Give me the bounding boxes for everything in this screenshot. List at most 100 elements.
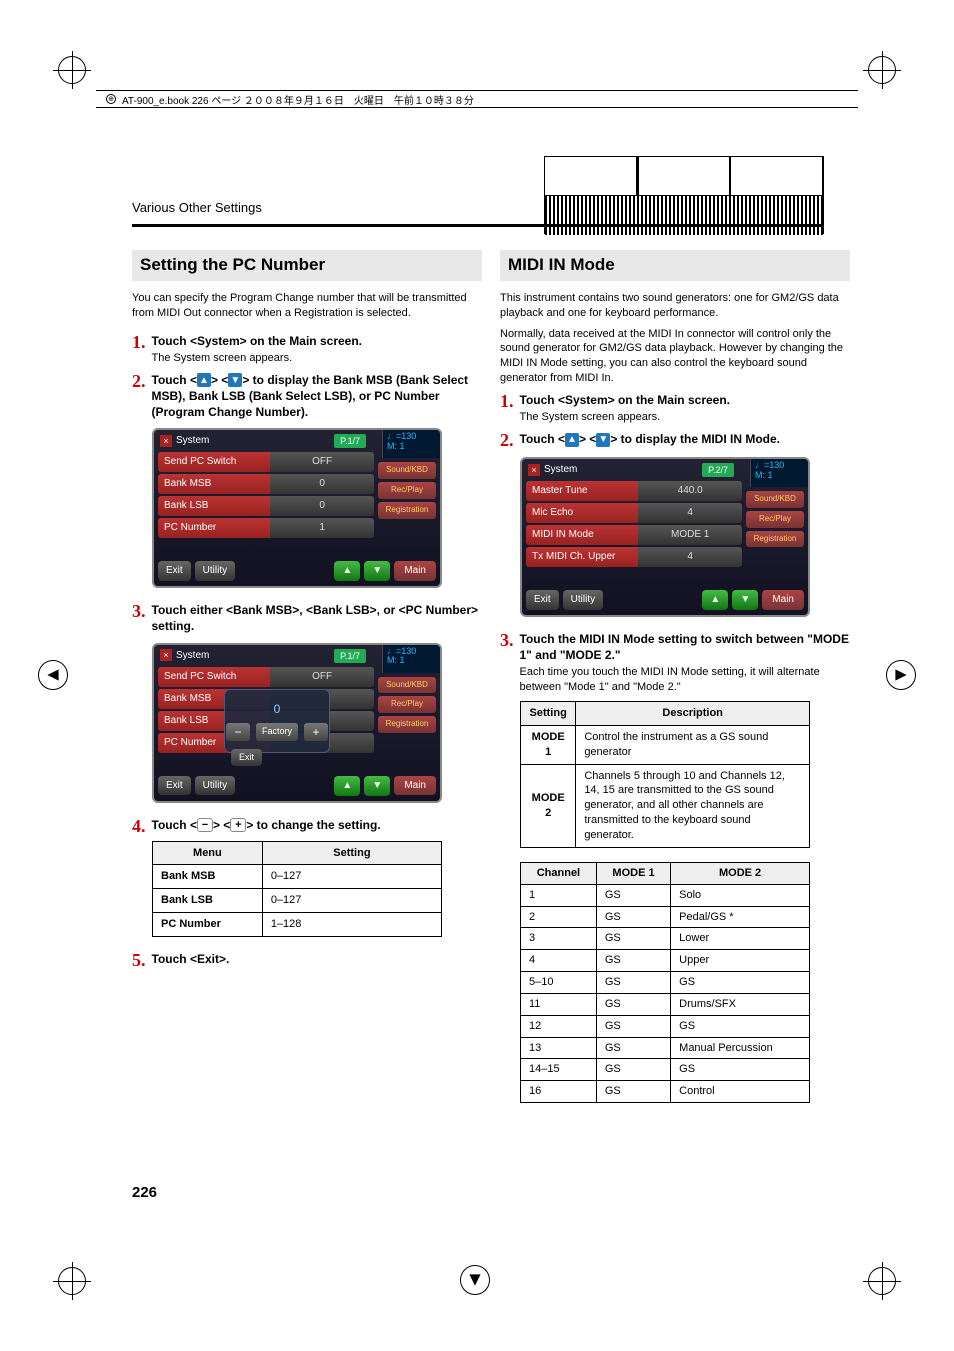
table-row: Bank MSB0–127 <box>153 865 442 889</box>
screen-title: System <box>544 463 577 477</box>
tab-soundkbd[interactable]: Sound/KBD <box>378 677 436 694</box>
exit-button[interactable]: Exit <box>158 776 191 796</box>
registration-mark-icon <box>868 56 896 84</box>
table-header: Setting <box>262 841 441 865</box>
table-header: MODE 2 <box>671 862 810 884</box>
minus-icon: − <box>197 818 213 832</box>
step-1: 1. Touch <System> on the Main screen. Th… <box>500 392 850 425</box>
close-icon[interactable]: × <box>160 649 172 661</box>
page-indicator: P.1/7 <box>334 434 366 448</box>
header-rule <box>132 224 822 227</box>
param-row[interactable]: PC Number1 <box>158 518 374 538</box>
table-row: 5–10GSGS <box>521 972 810 994</box>
step-5: 5. Touch <Exit>. <box>132 951 482 969</box>
system-screen-figure-midi: ×System P.2/7 ♩=130M: 1 Master Tune440.0… <box>520 457 810 617</box>
exit-button[interactable]: Exit <box>526 590 559 610</box>
header-band: ⊕ AT-900_e.book 226 ページ ２００８年９月１６日 火曜日 午… <box>96 90 858 108</box>
intro-text: This instrument contains two sound gener… <box>500 291 850 321</box>
param-row[interactable]: Bank LSB0 <box>158 496 374 516</box>
param-row[interactable]: MIDI IN ModeMODE 1 <box>526 525 742 545</box>
intro-text: You can specify the Program Change numbe… <box>132 291 482 321</box>
header-book-ref: AT-900_e.book 226 ページ ２００８年９月１６日 火曜日 午前１… <box>122 92 474 107</box>
down-arrow-icon: ▼ <box>596 433 610 447</box>
table-row: 12GSGS <box>521 1015 810 1037</box>
mode-description-table: SettingDescription MODE 1Control the ins… <box>520 701 810 848</box>
tab-registration[interactable]: Registration <box>746 531 804 548</box>
close-icon[interactable]: × <box>160 435 172 447</box>
utility-button[interactable]: Utility <box>563 590 603 610</box>
step-instruction: Touch either <Bank MSB>, <Bank LSB>, or … <box>152 603 479 633</box>
close-icon[interactable]: × <box>528 464 540 476</box>
registration-mark-icon <box>58 56 86 84</box>
step-instruction: Touch <Exit>. <box>152 952 230 966</box>
step-1: 1. Touch <System> on the Main screen. Th… <box>132 333 482 366</box>
page-down-button[interactable]: ▼ <box>732 590 758 610</box>
table-row: 3GSLower <box>521 928 810 950</box>
param-row[interactable]: Bank MSB0 <box>158 474 374 494</box>
param-row[interactable]: Master Tune440.0 <box>526 481 742 501</box>
step-number: 3. <box>500 631 514 695</box>
page-down-button[interactable]: ▼ <box>364 561 390 581</box>
factory-button[interactable]: Factory <box>256 723 298 741</box>
tab-registration[interactable]: Registration <box>378 716 436 733</box>
utility-button[interactable]: Utility <box>195 776 235 796</box>
plus-button[interactable]: + <box>304 723 328 741</box>
param-row[interactable]: Send PC SwitchOFF <box>158 452 374 472</box>
page-up-button[interactable]: ▲ <box>702 590 728 610</box>
table-header: Menu <box>153 841 263 865</box>
table-row: 1GSSolo <box>521 884 810 906</box>
crop-arrow-icon <box>886 660 916 690</box>
main-button[interactable]: Main <box>394 561 436 581</box>
param-row[interactable]: Mic Echo4 <box>526 503 742 523</box>
screen-title: System <box>176 434 209 448</box>
main-button[interactable]: Main <box>762 590 804 610</box>
table-row: MODE 1Control the instrument as a GS sou… <box>521 725 810 764</box>
step-number: 3. <box>132 602 146 634</box>
crop-arrow-icon <box>38 660 68 690</box>
crop-arrow-icon <box>460 1265 490 1295</box>
tempo-display: ♩=130M: 1 <box>382 430 440 458</box>
main-button[interactable]: Main <box>394 776 436 796</box>
step-subtext: Each time you touch the MIDI IN Mode set… <box>520 665 851 695</box>
menu-setting-table: MenuSetting Bank MSB0–127 Bank LSB0–127 … <box>152 841 442 937</box>
step-instruction: Touch <−> <+> to change the setting. <box>152 818 381 832</box>
tab-recplay[interactable]: Rec/Play <box>378 696 436 713</box>
page-up-button[interactable]: ▲ <box>334 561 360 581</box>
step-instruction: Touch <▲> <▼> to display the MIDI IN Mod… <box>520 432 781 446</box>
minus-button[interactable]: − <box>226 723 250 741</box>
table-header: MODE 1 <box>596 862 670 884</box>
popup-value: 0 <box>274 701 281 717</box>
step-subtext: The System screen appears. <box>152 351 483 366</box>
tab-registration[interactable]: Registration <box>378 502 436 519</box>
system-screen-figure-1: × System P.1/7 ♩=130M: 1 Send PC SwitchOF… <box>152 428 442 588</box>
table-row: Bank LSB0–127 <box>153 889 442 913</box>
registration-mark-icon <box>58 1267 86 1295</box>
up-arrow-icon: ▲ <box>565 433 579 447</box>
page-down-button[interactable]: ▼ <box>364 776 390 796</box>
step-instruction: Touch <System> on the Main screen. <box>520 393 731 407</box>
tab-soundkbd[interactable]: Sound/KBD <box>746 491 804 508</box>
step-number: 5. <box>132 951 146 969</box>
screen-title: System <box>176 649 209 663</box>
table-row: PC Number1–128 <box>153 913 442 937</box>
step-number: 2. <box>132 372 146 421</box>
exit-button[interactable]: Exit <box>158 561 191 581</box>
tab-recplay[interactable]: Rec/Play <box>746 511 804 528</box>
table-row: 2GSPedal/GS * <box>521 906 810 928</box>
param-row[interactable]: Send PC SwitchOFF <box>158 667 374 687</box>
popup-exit-button[interactable]: Exit <box>231 749 262 765</box>
page-up-button[interactable]: ▲ <box>334 776 360 796</box>
table-header: Channel <box>521 862 597 884</box>
tab-recplay[interactable]: Rec/Play <box>378 482 436 499</box>
step-number: 4. <box>132 817 146 835</box>
section-heading-midi-in-mode: MIDI IN Mode <box>500 250 850 281</box>
utility-button[interactable]: Utility <box>195 561 235 581</box>
section-heading-pc-number: Setting the PC Number <box>132 250 482 281</box>
step-number: 2. <box>500 431 514 449</box>
step-2: 2. Touch <▲> <▼> to display the MIDI IN … <box>500 431 850 449</box>
tab-soundkbd[interactable]: Sound/KBD <box>378 462 436 479</box>
running-head: Various Other Settings <box>132 200 262 215</box>
step-2: 2. Touch <▲> <▼> to display the Bank MSB… <box>132 372 482 421</box>
step-number: 1. <box>132 333 146 366</box>
param-row[interactable]: Tx MIDI Ch. Upper4 <box>526 547 742 567</box>
